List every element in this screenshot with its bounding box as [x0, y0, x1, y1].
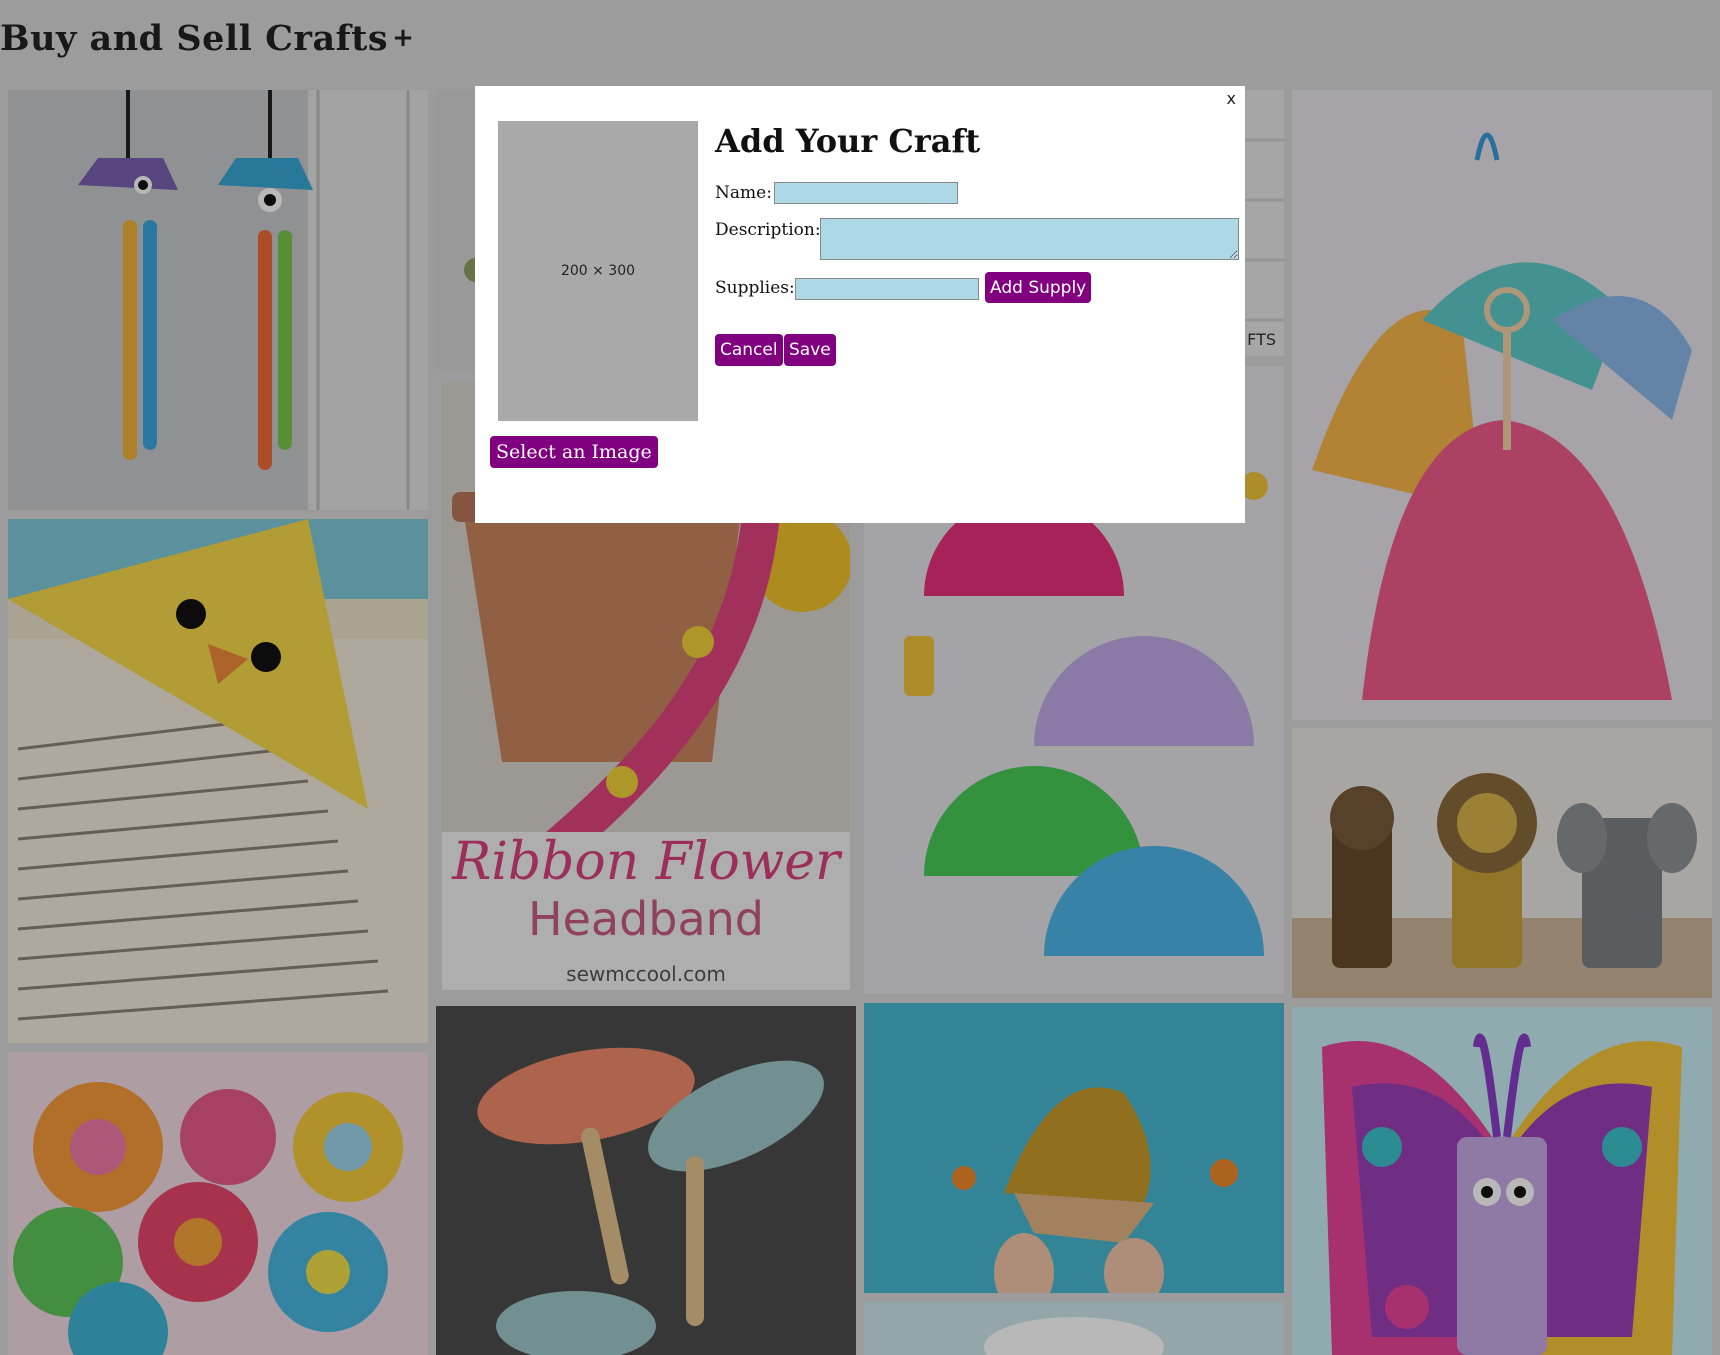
select-image-button[interactable]: Select an Image	[490, 436, 658, 468]
image-placeholder: 200 × 300	[498, 121, 698, 421]
craft-form: Add Your Craft Name: Description: Suppli…	[715, 122, 1239, 366]
modal-title: Add Your Craft	[715, 122, 980, 160]
save-button[interactable]: Save	[784, 334, 836, 366]
add-craft-modal: x 200 × 300 Select an Image Add Your Cra…	[475, 86, 1245, 523]
cancel-button[interactable]: Cancel	[715, 334, 783, 366]
supplies-input[interactable]	[795, 278, 979, 300]
name-label: Name:	[715, 183, 772, 203]
image-placeholder-label: 200 × 300	[560, 263, 636, 279]
name-input[interactable]	[774, 182, 958, 204]
name-row: Name:	[715, 182, 958, 204]
description-row: Description:	[715, 218, 1239, 260]
description-input[interactable]	[820, 218, 1239, 260]
supplies-row: Supplies: Add Supply	[715, 272, 1092, 303]
description-label: Description:	[715, 220, 821, 240]
supplies-label: Supplies:	[715, 278, 795, 298]
close-icon[interactable]: x	[1227, 89, 1236, 108]
add-supply-button[interactable]: Add Supply	[985, 272, 1092, 303]
